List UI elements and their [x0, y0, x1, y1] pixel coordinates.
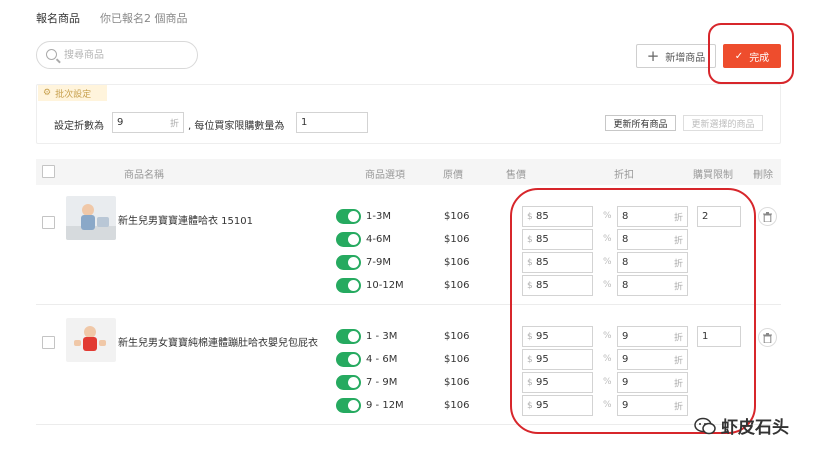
batch-settings-tag: ⚙ 批次設定 — [38, 85, 107, 101]
variant-option: 10-12M — [366, 280, 404, 291]
product-name: 新生兒男寶寶連體哈衣 15101 — [118, 216, 253, 227]
update-all-button[interactable]: 更新所有商品 — [605, 115, 676, 131]
variant-option: 4 - 6M — [366, 354, 398, 365]
search-input[interactable] — [64, 47, 189, 63]
watermark: 虾皮石头 — [694, 413, 789, 438]
header-sale-price: 售價 — [506, 170, 526, 181]
trash-icon — [763, 211, 772, 222]
wechat-icon — [694, 417, 716, 434]
variant-toggle[interactable] — [336, 278, 361, 293]
product-thumbnail — [66, 196, 116, 240]
discount-suffix: 折 — [169, 119, 179, 129]
add-product-button[interactable]: + 新增商品 — [636, 44, 716, 68]
original-price: $106 — [444, 331, 470, 342]
annotation-circle-prices — [510, 188, 756, 434]
batch-limit-field[interactable] — [296, 112, 368, 133]
product-checkbox[interactable] — [42, 216, 55, 229]
variant-option: 7 - 9M — [366, 377, 398, 388]
original-price: $106 — [444, 257, 470, 268]
variant-toggle[interactable] — [336, 352, 361, 367]
select-all-checkbox[interactable] — [42, 165, 55, 178]
header-purchase-limit: 購買限制 — [693, 170, 733, 181]
original-price: $106 — [444, 280, 470, 291]
delete-button[interactable] — [758, 328, 777, 347]
variant-option: 9 - 12M — [366, 400, 404, 411]
registered-count-text: 你已報名2 個商品 — [100, 12, 188, 25]
watermark-text: 虾皮石头 — [721, 418, 789, 438]
batch-settings-label: 批次設定 — [55, 89, 92, 100]
variant-option: 4-6M — [366, 234, 391, 245]
search-box[interactable] — [36, 41, 198, 69]
variant-toggle[interactable] — [336, 209, 361, 224]
header-delete: 刪除 — [753, 170, 773, 181]
update-selected-button[interactable]: 更新選擇的商品 — [683, 115, 763, 131]
limit-label: , 每位買家限購數量為 — [188, 121, 285, 132]
original-price: $106 — [444, 354, 470, 365]
variant-toggle[interactable] — [336, 398, 361, 413]
header-discount: 折扣 — [614, 170, 634, 181]
variant-option: 1 - 3M — [366, 331, 398, 342]
product-name: 新生兒男女寶寶純棉連體蹦肚哈衣嬰兒包屁衣 — [118, 338, 318, 349]
add-product-label: 新增商品 — [665, 52, 706, 64]
batch-limit-input[interactable] — [297, 113, 367, 132]
variant-toggle[interactable] — [336, 329, 361, 344]
search-icon — [46, 49, 57, 60]
product-checkbox[interactable] — [42, 336, 55, 349]
tab-registered-products[interactable]: 報名商品 — [36, 10, 80, 26]
variant-toggle[interactable] — [336, 375, 361, 390]
delete-button[interactable] — [758, 207, 777, 226]
header-option: 商品選項 — [365, 170, 405, 181]
annotation-circle-done — [708, 23, 794, 84]
batch-discount-field[interactable]: 折 — [112, 112, 184, 133]
variant-option: 1-3M — [366, 211, 391, 222]
variant-toggle[interactable] — [336, 232, 361, 247]
discount-label: 設定折數為 — [54, 121, 104, 132]
header-original-price: 原價 — [443, 170, 463, 181]
product-thumbnail — [66, 318, 116, 362]
variant-option: 7-9M — [366, 257, 391, 268]
table-header: 商品名稱 商品選項 原價 售價 折扣 購買限制 刪除 — [36, 159, 781, 185]
trash-icon — [763, 332, 772, 343]
plus-icon: + — [646, 46, 660, 65]
original-price: $106 — [444, 400, 470, 411]
original-price: $106 — [444, 234, 470, 245]
variant-toggle[interactable] — [336, 255, 361, 270]
gear-icon: ⚙ — [43, 88, 52, 98]
header-product-name: 商品名稱 — [124, 170, 164, 181]
original-price: $106 — [444, 377, 470, 388]
original-price: $106 — [444, 211, 470, 222]
